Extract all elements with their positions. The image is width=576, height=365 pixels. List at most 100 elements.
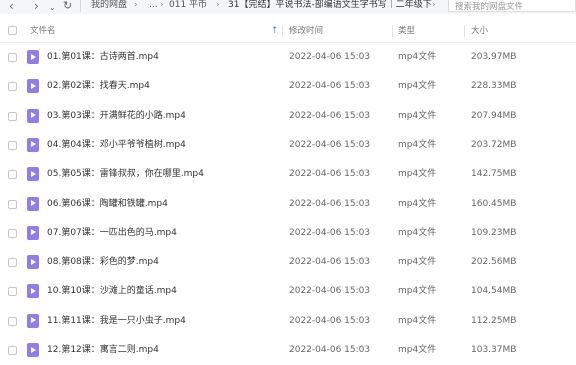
file-name[interactable]: 12.第12课：寓言二则.mp4	[47, 336, 159, 365]
row-checkbox[interactable]	[8, 316, 17, 326]
file-row[interactable]: 03.第03课：开满鲜花的小路.mp4 2022-04-06 15:03 mp4文件…	[0, 102, 576, 131]
video-file-icon	[27, 79, 39, 94]
file-modified: 2022-04-06 15:03	[289, 257, 371, 268]
file-row[interactable]: 10.第10课：沙滩上的童话.mp4 2022-04-06 15:03 mp4文件 1…	[0, 277, 576, 306]
file-modified: 2022-04-06 15:03	[289, 227, 371, 238]
file-size: 103.37MB	[471, 345, 517, 355]
toolbar-divider	[80, 0, 81, 12]
chevron-right-icon[interactable]: ›	[34, 0, 39, 15]
file-row[interactable]: 05.第05课：雷锋叔叔，你在哪里.mp4 2022-04-06 15:03 mp4…	[0, 160, 576, 189]
column-header-name[interactable]: 文件名	[30, 20, 56, 42]
video-file-icon	[27, 167, 39, 182]
file-row[interactable]: 04.第04课：邓小平爷爷植树.mp4 2022-04-06 15:03 mp4文件…	[0, 131, 576, 160]
column-divider[interactable]	[464, 25, 465, 37]
file-row[interactable]: 11.第11课：我是一只小虫子.mp4 2022-04-06 15:03 mp4文件…	[0, 307, 576, 336]
row-checkbox[interactable]	[8, 82, 17, 92]
video-file-icon	[27, 137, 39, 152]
row-checkbox[interactable]	[8, 228, 17, 238]
file-name[interactable]: 08.第08课：彩色的梦.mp4	[47, 248, 159, 277]
file-type: mp4文件	[398, 169, 437, 180]
file-type: mp4文件	[398, 286, 437, 297]
file-type: mp4文件	[398, 257, 437, 268]
column-header-modified[interactable]: 修改时间	[289, 20, 323, 42]
file-name[interactable]: 01.第01课：古诗两首.mp4	[47, 43, 159, 72]
file-type: mp4文件	[398, 315, 437, 326]
file-size: 203.97MB	[471, 52, 517, 62]
breadcrumb-item-folder[interactable]: 011 平币	[169, 0, 207, 12]
breadcrumb-separator-icon: ›	[432, 0, 436, 10]
video-file-icon	[27, 196, 39, 211]
row-checkbox[interactable]	[8, 140, 17, 150]
file-list-header: 文件名 ↑ 修改时间 类型 大小	[0, 20, 576, 43]
column-header-size[interactable]: 大小	[471, 20, 488, 42]
video-file-icon	[27, 284, 39, 299]
file-modified: 2022-04-06 15:03	[289, 81, 371, 92]
breadcrumb-separator-icon: ›	[134, 0, 138, 10]
file-name[interactable]: 02.第02课：找春天.mp4	[47, 72, 150, 101]
breadcrumb-item-ellipsis[interactable]: ...	[149, 0, 158, 12]
video-file-icon	[27, 108, 39, 123]
select-all-checkbox[interactable]	[8, 26, 17, 35]
file-modified: 2022-04-06 15:03	[289, 169, 371, 180]
breadcrumb-separator-icon: ›	[216, 0, 220, 10]
file-row[interactable]: 06.第06课：陶罐和铁罐.mp4 2022-04-06 15:03 mp4文件 16…	[0, 190, 576, 219]
breadcrumb-item-root[interactable]: 我的网盘	[91, 0, 127, 12]
column-divider[interactable]	[282, 25, 283, 37]
row-checkbox[interactable]	[8, 170, 17, 180]
file-type: mp4文件	[398, 81, 437, 92]
search-input[interactable]: 搜索我的网盘文件	[448, 0, 576, 12]
file-size: 112.25MB	[471, 315, 517, 326]
chevron-down-icon[interactable]: ⌄	[49, 0, 56, 17]
file-name[interactable]: 04.第04课：邓小平爷爷植树.mp4	[47, 131, 186, 160]
file-type: mp4文件	[398, 345, 437, 355]
file-name[interactable]: 05.第05课：雷锋叔叔，你在哪里.mp4	[47, 160, 204, 189]
file-name[interactable]: 06.第06课：陶罐和铁罐.mp4	[47, 190, 168, 219]
row-checkbox[interactable]	[8, 287, 17, 297]
file-type: mp4文件	[398, 139, 437, 150]
file-row[interactable]: 12.第12课：寓言二则.mp4 2022-04-06 15:03 mp4文件 103…	[0, 336, 576, 365]
row-checkbox[interactable]	[8, 346, 17, 355]
file-type: mp4文件	[398, 110, 437, 121]
file-type: mp4文件	[398, 52, 437, 62]
file-size: 228.33MB	[471, 81, 517, 92]
file-modified: 2022-04-06 15:03	[289, 345, 371, 355]
file-name[interactable]: 10.第10课：沙滩上的童话.mp4	[47, 277, 177, 306]
file-size: 207.94MB	[471, 110, 517, 121]
file-row[interactable]: 02.第02课：找春天.mp4 2022-04-06 15:03 mp4文件 228.…	[0, 72, 576, 101]
file-name[interactable]: 03.第03课：开满鲜花的小路.mp4	[47, 102, 186, 131]
file-size: 109.23MB	[471, 227, 517, 238]
column-header-type[interactable]: 类型	[398, 20, 415, 42]
file-type: mp4文件	[398, 227, 437, 238]
video-file-icon	[27, 255, 39, 270]
breadcrumb-separator-icon: ›	[160, 0, 164, 10]
row-checkbox[interactable]	[8, 258, 17, 268]
sort-ascending-icon[interactable]: ↑	[271, 20, 279, 42]
refresh-icon[interactable]: ↻	[63, 0, 72, 15]
file-modified: 2022-04-06 15:03	[289, 286, 371, 297]
video-file-icon	[27, 225, 39, 240]
file-size: 202.56MB	[471, 257, 517, 268]
file-modified: 2022-04-06 15:03	[289, 52, 371, 62]
file-row[interactable]: 07.第07课：一匹出色的马.mp4 2022-04-06 15:03 mp4文件 1…	[0, 219, 576, 248]
file-size: 104.54MB	[471, 286, 517, 297]
column-divider[interactable]	[392, 25, 393, 37]
video-file-icon	[27, 50, 39, 64]
file-size: 160.45MB	[471, 198, 517, 209]
breadcrumb-item-current[interactable]: 31【完结】平说书法-部编语文生字书写｜二年级下	[228, 0, 432, 12]
file-row[interactable]: 01.第01课：古诗两首.mp4 2022-04-06 15:03 mp4文件 203…	[0, 43, 576, 72]
row-checkbox[interactable]	[8, 199, 17, 209]
file-row[interactable]: 08.第08课：彩色的梦.mp4 2022-04-06 15:03 mp4文件 202…	[0, 248, 576, 277]
file-name[interactable]: 11.第11课：我是一只小虫子.mp4	[47, 307, 186, 336]
toolbar: ‹ › ⌄ ↻ 我的网盘 › ... › 011 平币 › 31【完结】平说书法…	[0, 0, 576, 14]
file-type: mp4文件	[398, 198, 437, 209]
video-file-icon	[27, 313, 39, 328]
row-checkbox[interactable]	[8, 111, 17, 121]
file-modified: 2022-04-06 15:03	[289, 315, 371, 326]
video-file-icon	[27, 343, 39, 357]
chevron-left-icon[interactable]: ‹	[9, 0, 14, 15]
file-name[interactable]: 07.第07课：一匹出色的马.mp4	[47, 219, 177, 248]
row-checkbox[interactable]	[8, 53, 17, 62]
file-modified: 2022-04-06 15:03	[289, 110, 371, 121]
file-modified: 2022-04-06 15:03	[289, 139, 371, 150]
file-modified: 2022-04-06 15:03	[289, 198, 371, 209]
